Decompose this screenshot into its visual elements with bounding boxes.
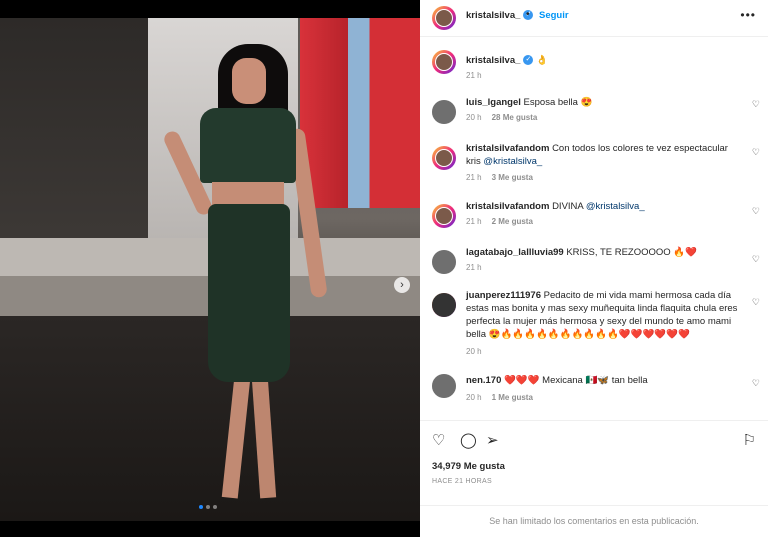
comment-like-heart-icon[interactable]: ♡ <box>752 297 760 308</box>
post-actions: ♡ ◯ ➢ ⚐ 34,979 Me gusta HACE 21 HORAS Se… <box>420 420 768 538</box>
comment-text: ❤️❤️❤️ Mexicana 🇲🇽🦋 tan bella <box>504 375 648 386</box>
carousel-dot-1 <box>199 505 203 509</box>
likes-count[interactable]: 34,979 Me gusta <box>432 461 505 472</box>
carousel-dot-2 <box>206 505 210 509</box>
comment-like-heart-icon[interactable]: ♡ <box>752 147 760 158</box>
carousel-dot-3 <box>213 505 217 509</box>
commenter-avatar[interactable] <box>432 374 456 398</box>
comment-icon[interactable]: ◯ <box>460 431 477 449</box>
separator-dot: • <box>526 9 530 20</box>
woman-figure <box>160 38 328 518</box>
backdrop-dark-wall <box>0 18 150 248</box>
comment-username[interactable]: lagatabajo_lallluvia99 <box>466 247 564 258</box>
commenter-avatar[interactable] <box>432 204 456 228</box>
comment-likes[interactable]: 28 Me gusta <box>492 113 538 122</box>
follow-button[interactable]: Seguir <box>539 10 569 21</box>
comment-text: Esposa bella 😍 <box>523 97 593 108</box>
comment-mention[interactable]: @kristalsilva_ <box>483 156 542 167</box>
comment-like-heart-icon[interactable]: ♡ <box>752 378 760 389</box>
comment-likes[interactable]: 1 Me gusta <box>492 393 533 402</box>
comment-like-heart-icon[interactable]: ♡ <box>752 206 760 217</box>
comment-username[interactable]: luis_lgangel <box>466 97 521 108</box>
author-avatar[interactable] <box>432 6 456 30</box>
post-side-panel: kristalsilva_ ✓ • Seguir ••• kristalsilva… <box>420 0 768 537</box>
commenter-avatar[interactable] <box>432 293 456 317</box>
next-slide-button[interactable]: › <box>394 277 410 293</box>
comment-like-heart-icon[interactable]: ♡ <box>752 99 760 110</box>
green-pencil-skirt <box>208 204 290 382</box>
post-photo[interactable]: › <box>0 18 420 521</box>
comment-like-heart-icon[interactable]: ♡ <box>752 254 760 265</box>
post-media: › <box>0 0 420 537</box>
carousel-indicator <box>199 505 217 509</box>
green-crop-top <box>200 108 296 183</box>
commenter-avatar[interactable] <box>432 146 456 170</box>
post-timestamp[interactable]: HACE 21 HORAS <box>432 478 492 485</box>
author-username[interactable]: kristalsilva_ ✓ <box>466 10 534 21</box>
backdrop-red-panel <box>300 18 420 208</box>
caption-avatar[interactable] <box>432 50 456 74</box>
comment-likes[interactable]: 3 Me gusta <box>492 173 533 182</box>
post-header: kristalsilva_ ✓ • Seguir ••• <box>420 0 768 37</box>
comment-username[interactable]: nen.170 <box>466 375 501 386</box>
caption-time: 21 h <box>466 71 482 80</box>
send-icon[interactable]: ➢ <box>486 431 499 449</box>
comment-username[interactable]: kristalsilvafandom <box>466 201 549 212</box>
comment-username[interactable]: kristalsilvafandom <box>466 143 549 154</box>
commenter-avatar[interactable] <box>432 100 456 124</box>
heart-icon[interactable]: ♡ <box>432 431 445 449</box>
instagram-post-window: › kristalsilva_ ✓ • Seguir ••• kristalsil… <box>0 0 768 537</box>
comments-list[interactable]: kristalsilva_ ✓ 👌 21 h luis_lgangel Espos… <box>420 40 768 420</box>
comment-text: KRISS, TE REZOOOOO 🔥❤️ <box>566 247 697 258</box>
comments-limited-notice: Se han limitado los comentarios en esta … <box>420 505 768 526</box>
caption-text: 👌 <box>536 55 548 66</box>
comment-likes[interactable]: 2 Me gusta <box>492 217 533 226</box>
more-options-icon[interactable]: ••• <box>740 8 756 22</box>
verified-badge-icon: ✓ <box>523 55 534 66</box>
comment-mention[interactable]: @kristalsilva_ <box>586 201 645 212</box>
commenter-avatar[interactable] <box>432 250 456 274</box>
comment-username[interactable]: juanperez111976 <box>466 290 541 301</box>
comment-text: DIVINA <box>552 201 586 212</box>
caption-username[interactable]: kristalsilva_ <box>466 55 520 66</box>
bookmark-icon[interactable]: ⚐ <box>743 431 756 449</box>
